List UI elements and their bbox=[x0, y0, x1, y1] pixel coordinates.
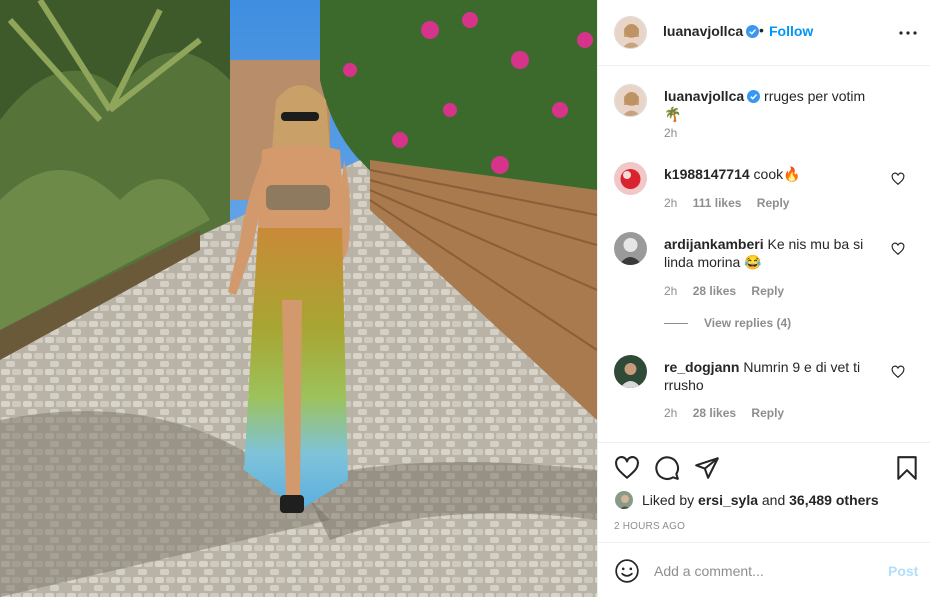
more-options-icon[interactable] bbox=[896, 21, 920, 45]
photo-illustration bbox=[0, 0, 597, 597]
liked-by-middle: and bbox=[761, 492, 786, 508]
caption-meta: 2h bbox=[664, 126, 689, 140]
comment-username[interactable]: ardijankamberi bbox=[664, 236, 764, 252]
liked-by-count[interactable]: 36,489 others bbox=[789, 492, 879, 508]
share-paper-plane-icon[interactable] bbox=[694, 455, 720, 481]
caption-username[interactable]: luanavjollca bbox=[664, 88, 744, 104]
author-username-row[interactable]: luanavjollca bbox=[663, 23, 760, 39]
reply-button[interactable]: Reply bbox=[757, 196, 790, 210]
post-actions: Liked by ersi_syla and 36,489 others 2 H… bbox=[598, 442, 930, 542]
post-comment-button[interactable]: Post bbox=[888, 563, 918, 579]
author-username[interactable]: luanavjollca bbox=[663, 23, 743, 39]
verified-badge-icon bbox=[746, 24, 760, 38]
comment-time[interactable]: 2h bbox=[664, 406, 677, 420]
comment-bubble-icon[interactable] bbox=[654, 455, 680, 481]
follow-button[interactable]: Follow bbox=[769, 23, 813, 39]
comment-like-heart-icon[interactable] bbox=[891, 242, 905, 256]
avatar-image bbox=[615, 17, 646, 48]
header-separator: • bbox=[759, 22, 764, 38]
comment-meta: 2h 28 likes Reply bbox=[664, 284, 796, 298]
save-bookmark-icon[interactable] bbox=[894, 455, 920, 481]
avatar-image bbox=[615, 85, 646, 116]
comments-list[interactable]: luanavjollca rruges per votim 🌴 2h k1988… bbox=[598, 66, 930, 442]
liked-by-text: Liked by ersi_syla and 36,489 others bbox=[642, 492, 879, 508]
post-photo[interactable] bbox=[0, 0, 597, 597]
comment-body: ardijankamberi Ke nis mu ba si linda mor… bbox=[664, 235, 886, 271]
comment-time[interactable]: 2h bbox=[664, 284, 677, 298]
post-header: luanavjollca • Follow bbox=[598, 0, 930, 66]
comment-like-heart-icon[interactable] bbox=[891, 365, 905, 379]
comment-time[interactable]: 2h bbox=[664, 196, 677, 210]
avatar-image bbox=[614, 232, 647, 265]
like-heart-icon[interactable] bbox=[614, 455, 640, 481]
comment-likes[interactable]: 28 likes bbox=[693, 284, 736, 298]
comment-username[interactable]: k1988147714 bbox=[664, 166, 750, 182]
comment-likes[interactable]: 28 likes bbox=[693, 406, 736, 420]
emoji-smiley-icon[interactable] bbox=[614, 558, 640, 584]
view-replies-label: View replies (4) bbox=[704, 316, 792, 330]
view-replies-button[interactable]: View replies (4) bbox=[664, 316, 791, 330]
reply-button[interactable]: Reply bbox=[751, 284, 784, 298]
liked-by-user[interactable]: ersi_syla bbox=[698, 492, 758, 508]
caption-time[interactable]: 2h bbox=[664, 126, 677, 140]
reply-button[interactable]: Reply bbox=[751, 406, 784, 420]
comment-avatar[interactable] bbox=[614, 232, 647, 265]
caption-avatar[interactable] bbox=[614, 84, 647, 117]
post-dialog: luanavjollca • Follow luanavjollca rruge… bbox=[0, 0, 930, 597]
add-comment-input[interactable] bbox=[654, 560, 874, 582]
liked-by-prefix: Liked by bbox=[642, 492, 695, 508]
author-avatar[interactable] bbox=[614, 16, 647, 49]
verified-badge-icon bbox=[747, 89, 761, 103]
caption-body: luanavjollca rruges per votim 🌴 bbox=[664, 87, 886, 123]
comment-likes[interactable]: 111 likes bbox=[693, 196, 742, 210]
comment-meta: 2h 111 likes Reply bbox=[664, 196, 801, 210]
post-timestamp[interactable]: 2 HOURS AGO bbox=[614, 521, 685, 532]
comment-meta: 2h 28 likes Reply bbox=[664, 406, 796, 420]
avatar-image bbox=[615, 491, 633, 509]
comment-avatar[interactable] bbox=[614, 355, 647, 388]
avatar-image bbox=[614, 355, 647, 388]
comment-like-heart-icon[interactable] bbox=[891, 172, 905, 186]
comment-body: k1988147714 cook🔥 bbox=[664, 165, 886, 183]
comment-body: re_dogjann Numrin 9 e di vet ti rrusho bbox=[664, 358, 886, 394]
add-comment-bar: Post bbox=[598, 542, 930, 597]
avatar-image bbox=[614, 162, 647, 195]
post-side-panel: luanavjollca • Follow luanavjollca rruge… bbox=[597, 0, 930, 597]
liked-by-avatar[interactable] bbox=[614, 490, 634, 510]
comment-text: cook🔥 bbox=[753, 166, 801, 182]
comment-username[interactable]: re_dogjann bbox=[664, 359, 739, 375]
view-replies-line bbox=[664, 323, 688, 325]
comment-avatar[interactable] bbox=[614, 162, 647, 195]
